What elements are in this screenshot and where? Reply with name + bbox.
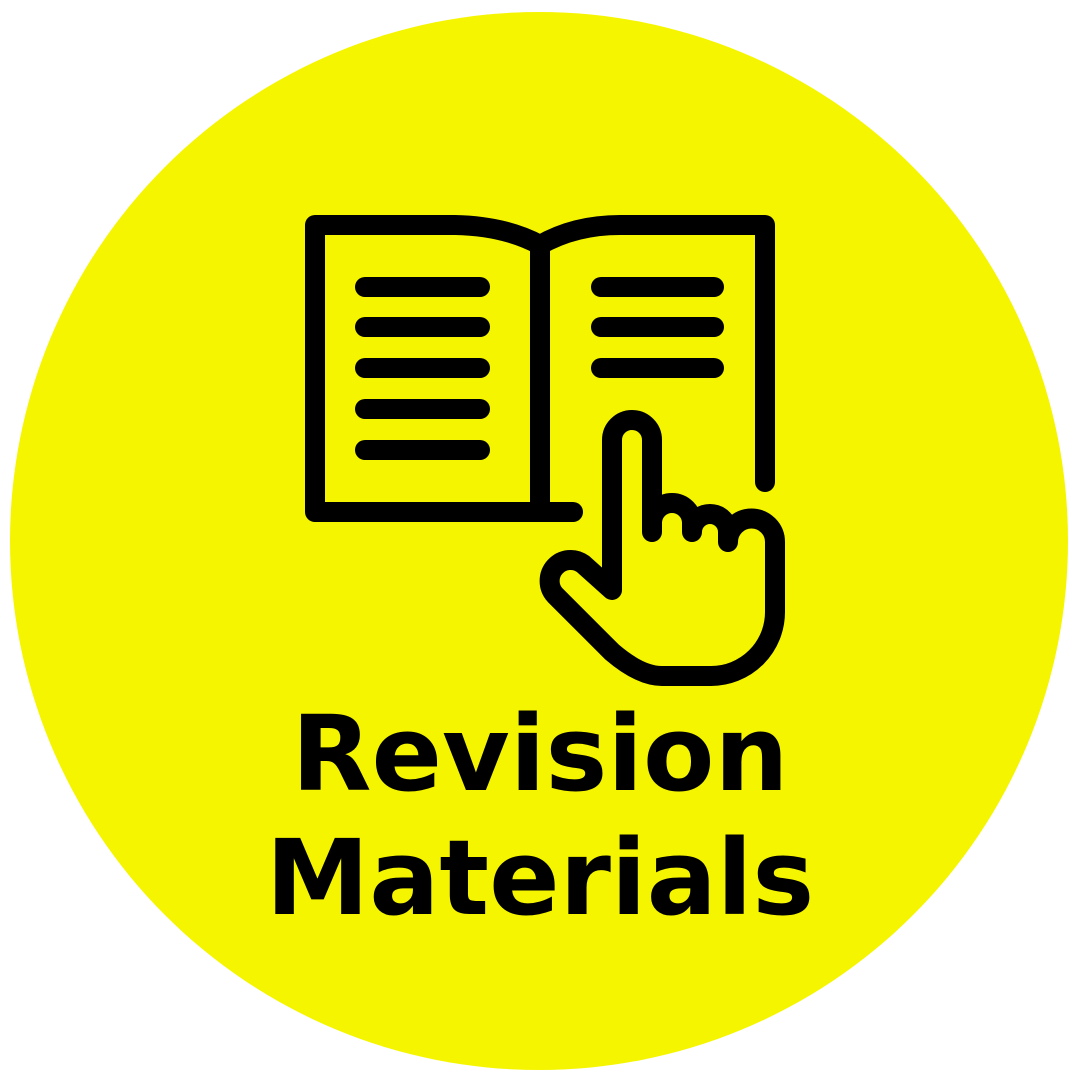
book-pointing-hand-icon	[305, 215, 785, 686]
